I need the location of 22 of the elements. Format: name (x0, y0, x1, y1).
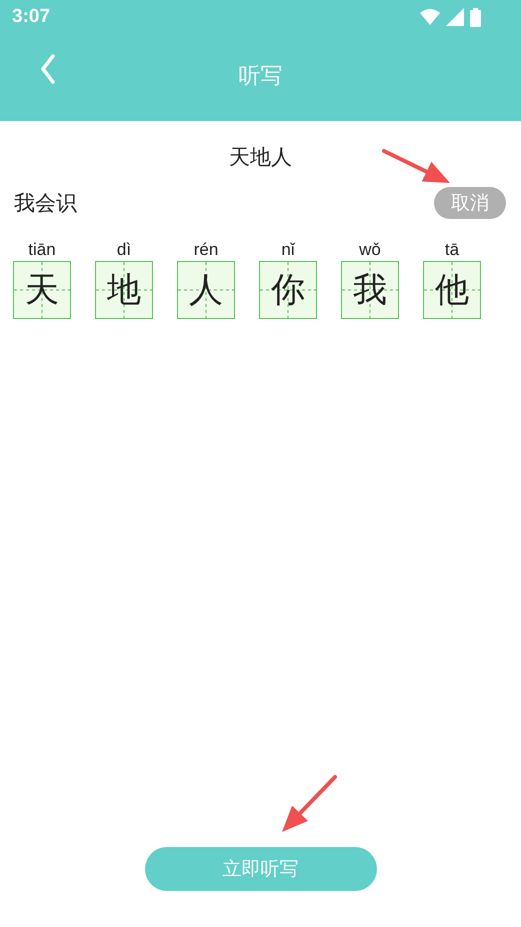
battery-icon (470, 8, 481, 26)
annotation-arrow (282, 775, 337, 832)
pinyin: tā (444, 241, 460, 259)
character-cell[interactable]: 我 (341, 261, 399, 319)
back-icon[interactable] (40, 54, 56, 84)
annotation-arrow (382, 149, 450, 183)
signal-icon (446, 8, 464, 26)
lesson-title: 天地人 (229, 144, 292, 171)
character-cell[interactable]: 地 (95, 261, 153, 319)
wifi-icon (420, 9, 440, 25)
character-cell[interactable]: 他 (423, 261, 481, 319)
character-cell[interactable]: 天 (13, 261, 71, 319)
pinyin: nǐ (281, 241, 295, 259)
pinyin: tiān (28, 241, 56, 259)
character-cell[interactable]: 人 (177, 261, 235, 319)
pinyin: rén (194, 241, 218, 259)
section-label: 我会识 (14, 190, 77, 217)
pinyin: wǒ (359, 241, 381, 259)
pinyin: dì (116, 241, 132, 259)
status-time: 3:07 (12, 6, 50, 28)
screen-title: 听写 (238, 62, 282, 90)
character-cell[interactable]: 你 (259, 261, 317, 319)
